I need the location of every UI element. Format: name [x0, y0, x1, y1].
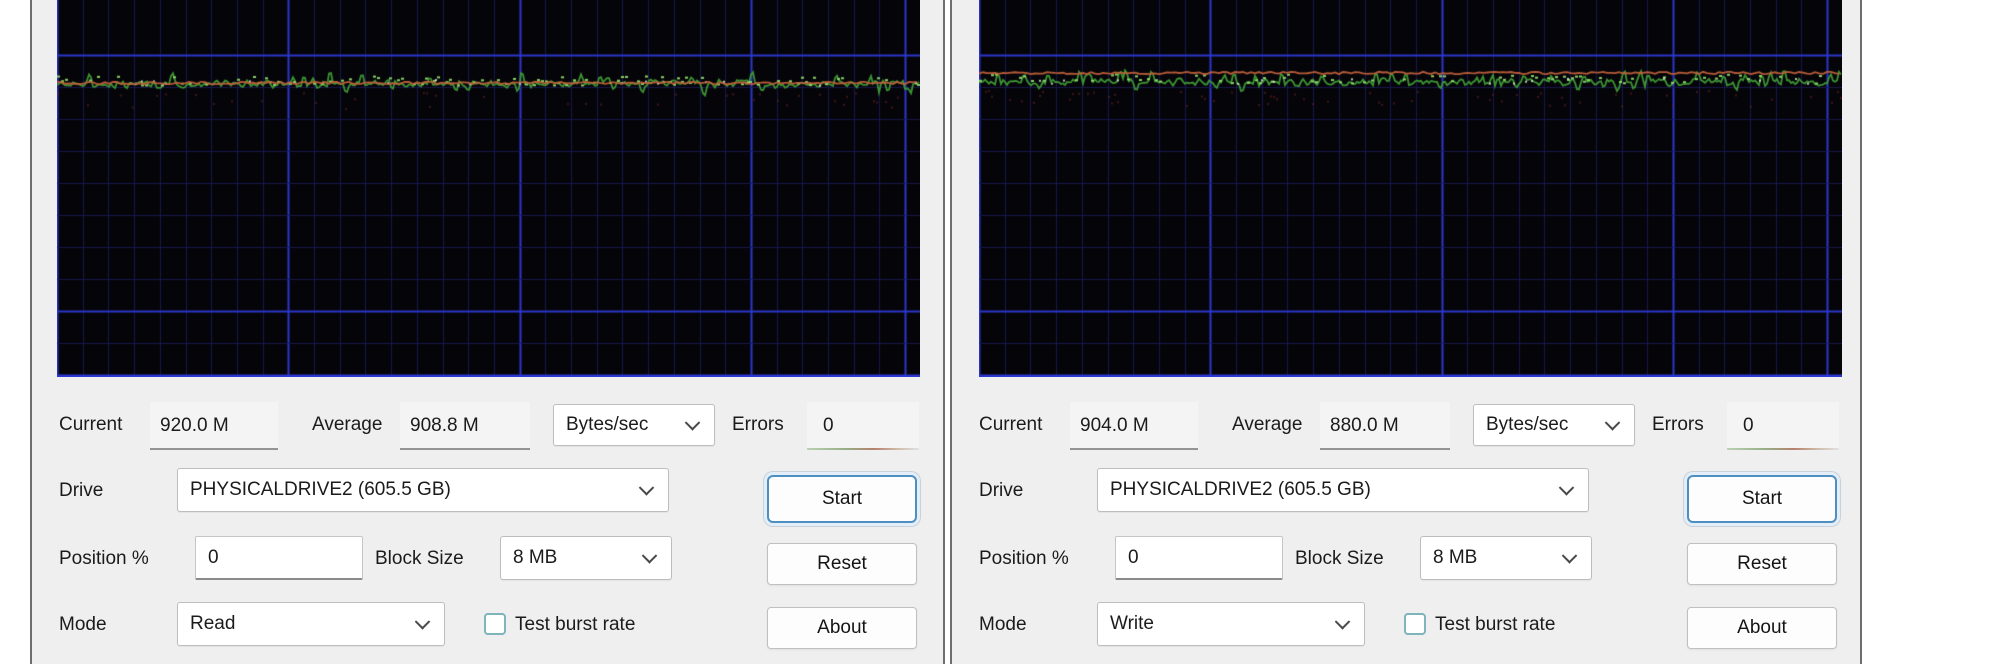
blocksize-combobox[interactable]: 8 MB	[1420, 536, 1592, 580]
average-value-field: 880.0 M	[1320, 402, 1450, 450]
start-button[interactable]: Start	[1687, 475, 1837, 523]
blocksize-label: Block Size	[375, 548, 464, 569]
mode-label: Mode	[979, 614, 1027, 635]
reset-button[interactable]: Reset	[767, 543, 917, 585]
current-value: 904.0 M	[1080, 415, 1149, 436]
reset-button[interactable]: Reset	[1687, 543, 1837, 585]
average-value: 908.8 M	[410, 415, 479, 436]
position-input[interactable]	[1115, 536, 1283, 580]
drive-value: PHYSICALDRIVE2 (605.5 GB)	[190, 479, 451, 500]
unit-combobox[interactable]: Bytes/sec	[1473, 404, 1635, 446]
speed-graph-canvas	[979, 0, 1842, 377]
field-underline	[807, 448, 919, 450]
current-label: Current	[979, 414, 1043, 435]
about-button[interactable]: About	[767, 607, 917, 649]
position-input[interactable]	[195, 536, 363, 580]
drive-combobox[interactable]: PHYSICALDRIVE2 (605.5 GB)	[177, 468, 669, 512]
current-value: 920.0 M	[160, 415, 229, 436]
chevron-down-icon	[638, 480, 655, 496]
current-label: Current	[59, 414, 123, 435]
mode-value: Write	[1110, 613, 1154, 634]
blocksize-value: 8 MB	[1433, 547, 1478, 568]
chevron-down-icon	[1558, 480, 1575, 496]
drive-label: Drive	[59, 480, 104, 501]
errors-value: 0	[1743, 415, 1754, 436]
field-underline	[400, 448, 530, 450]
current-value-field: 904.0 M	[1070, 402, 1198, 450]
drive-value: PHYSICALDRIVE2 (605.5 GB)	[1110, 479, 1371, 500]
field-underline	[1070, 448, 1198, 450]
speed-graph-canvas	[57, 0, 920, 377]
errors-value-field: 0	[1727, 402, 1839, 450]
burst-checkbox[interactable]	[484, 613, 506, 635]
unit-value: Bytes/sec	[566, 414, 649, 435]
mode-combobox[interactable]: Read	[177, 602, 445, 646]
burst-label[interactable]: Test burst rate	[515, 602, 635, 648]
mode-label: Mode	[59, 614, 107, 635]
current-value-field: 920.0 M	[150, 402, 278, 450]
position-label: Position %	[979, 548, 1069, 569]
about-button[interactable]: About	[1687, 607, 1837, 649]
start-button[interactable]: Start	[767, 475, 917, 523]
average-value-field: 908.8 M	[400, 402, 530, 450]
hdspeed-window-left: Current 920.0 M Average 908.8 M Bytes/se…	[30, 0, 945, 664]
errors-label: Errors	[1652, 414, 1704, 435]
average-label: Average	[312, 414, 383, 435]
average-value: 880.0 M	[1330, 415, 1399, 436]
mode-value: Read	[190, 613, 236, 634]
blocksize-value: 8 MB	[513, 547, 558, 568]
unit-combobox[interactable]: Bytes/sec	[553, 404, 715, 446]
chevron-down-icon	[641, 548, 658, 564]
mode-combobox[interactable]: Write	[1097, 602, 1365, 646]
position-label: Position %	[59, 548, 149, 569]
field-underline	[1320, 448, 1450, 450]
desktop: Current 920.0 M Average 908.8 M Bytes/se…	[0, 0, 2000, 664]
burst-label[interactable]: Test burst rate	[1435, 602, 1555, 648]
drive-label: Drive	[979, 480, 1024, 501]
average-label: Average	[1232, 414, 1303, 435]
hdspeed-window-right: Current 904.0 M Average 880.0 M Bytes/se…	[950, 0, 1862, 664]
drive-combobox[interactable]: PHYSICALDRIVE2 (605.5 GB)	[1097, 468, 1589, 512]
blocksize-combobox[interactable]: 8 MB	[500, 536, 672, 580]
field-underline	[150, 448, 278, 450]
unit-value: Bytes/sec	[1486, 414, 1569, 435]
errors-value-field: 0	[807, 402, 919, 450]
errors-value: 0	[823, 415, 834, 436]
field-underline	[1727, 448, 1839, 450]
chevron-down-icon	[684, 415, 701, 431]
chevron-down-icon	[414, 614, 431, 630]
chevron-down-icon	[1334, 614, 1351, 630]
chevron-down-icon	[1561, 548, 1578, 564]
errors-label: Errors	[732, 414, 784, 435]
burst-checkbox[interactable]	[1404, 613, 1426, 635]
chevron-down-icon	[1604, 415, 1621, 431]
blocksize-label: Block Size	[1295, 548, 1384, 569]
